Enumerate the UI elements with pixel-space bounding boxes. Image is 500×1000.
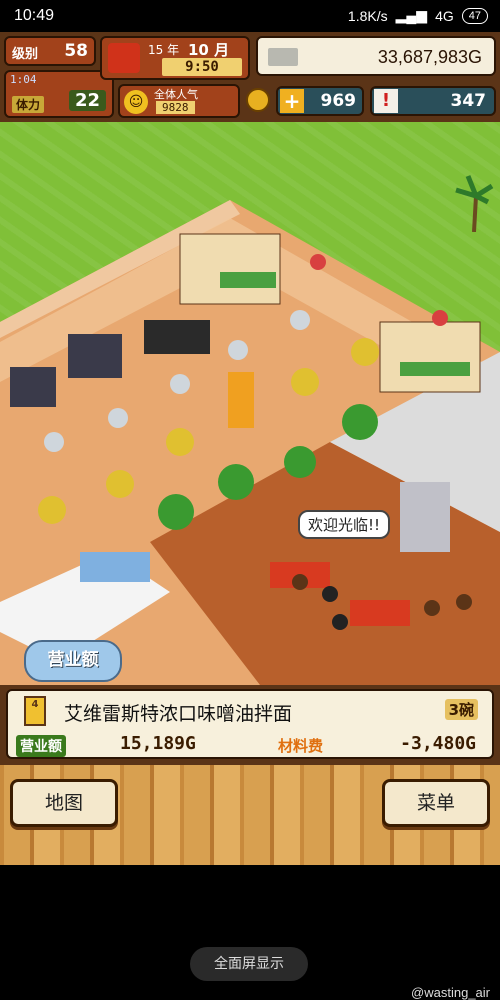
- palm-tree: [455, 175, 494, 232]
- battery-icon: 47: [461, 7, 488, 24]
- points-value: 969: [320, 91, 357, 111]
- order-info: 4 艾维雷斯特浓口味噌油拌面 3碗 营业额 15,189G 材料费 -3,480…: [6, 689, 494, 759]
- month-value: 10 月: [188, 41, 230, 59]
- stamina-timer: 1:04: [10, 73, 37, 86]
- money-value: 33,687,983G: [377, 47, 482, 67]
- status-time: 10:49: [14, 7, 55, 24]
- status-bar: 10:49 1.8K/s ▂▄▆ 4G 47: [0, 0, 500, 32]
- network-speed: 1.8K/s: [347, 7, 388, 24]
- order-number-badge: 4: [24, 696, 46, 726]
- map-button[interactable]: 地图: [10, 779, 118, 827]
- money-panel: 33,687,983G: [256, 36, 496, 76]
- sales-label: 营业额: [16, 735, 66, 757]
- stamina-label: 体力: [12, 96, 45, 113]
- popularity-panel: ☺ 全体人气 9828: [118, 84, 240, 118]
- network-type: 4G: [435, 7, 454, 24]
- welcome-speech-bubble: 欢迎光临!!: [298, 510, 391, 539]
- smiley-icon: ☺: [124, 90, 148, 114]
- game-hud: 级别 58 1:04 体力 22 15 年 10 月 9:50 33,687,9…: [0, 32, 500, 122]
- status-right: 1.8K/s ▂▄▆ 4G 47: [348, 7, 488, 24]
- date-panel: 15 年 10 月 9:50: [100, 36, 250, 80]
- points-panel: + 969: [276, 86, 364, 116]
- menu-button[interactable]: 菜单: [382, 779, 490, 827]
- year-value: 15 年: [148, 43, 180, 57]
- money-bills-icon: [268, 48, 298, 66]
- level-label: 级别: [12, 47, 39, 62]
- cost-label: 材料费: [278, 737, 324, 755]
- exclamation-icon: !: [374, 89, 398, 113]
- level-panel: 级别 58: [4, 36, 96, 66]
- cost-value: -3,480G: [400, 733, 476, 754]
- system-nav-area: 全面屏显示 @wasting_air: [0, 865, 500, 1000]
- fullscreen-button[interactable]: 全面屏显示: [190, 947, 308, 981]
- plus-icon: +: [280, 89, 304, 113]
- level-value: 58: [64, 41, 88, 61]
- order-panel: 4 艾维雷斯特浓口味噌油拌面 3碗 营业额 15,189G 材料费 -3,480…: [0, 685, 500, 765]
- sales-value: 15,189G: [120, 733, 196, 754]
- clock-value: 9:50: [162, 58, 242, 76]
- stamina-panel: 1:04 体力 22: [4, 70, 114, 118]
- popularity-label: 全体人气: [154, 88, 198, 101]
- coin-icon: [246, 88, 270, 112]
- dish-count: 3碗: [444, 699, 478, 720]
- signal-icon: ▂▄▆: [395, 7, 428, 23]
- watermark: @wasting_air: [411, 985, 490, 1000]
- game-scene[interactable]: 欢迎光临!! 营业额: [0, 122, 500, 685]
- restaurant-floor: [0, 200, 500, 685]
- research-panel: ! 347: [370, 86, 496, 116]
- popularity-value: 9828: [156, 101, 195, 114]
- sales-badge-button[interactable]: 营业额: [24, 640, 122, 682]
- maple-leaf-icon: [108, 43, 140, 73]
- bottom-action-bar: 地图 菜单: [0, 765, 500, 865]
- research-value: 347: [450, 91, 487, 111]
- stamina-value: 22: [68, 90, 106, 111]
- dish-name: 艾维雷斯特浓口味噌油拌面: [64, 703, 293, 725]
